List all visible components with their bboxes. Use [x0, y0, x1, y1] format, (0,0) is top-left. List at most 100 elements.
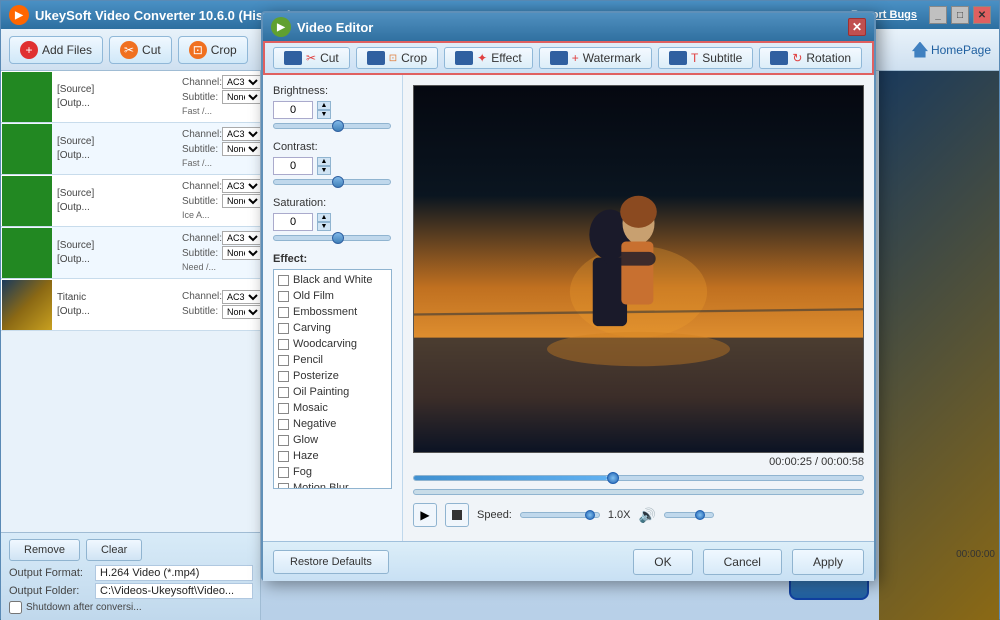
- saturation-input[interactable]: [273, 213, 313, 231]
- effect-item-fog[interactable]: Fog: [276, 464, 389, 480]
- tab-rotation[interactable]: ↻ Rotation: [759, 47, 862, 69]
- shutdown-label: Shutdown after conversi...: [26, 602, 142, 613]
- cut-button[interactable]: ✂ Cut: [109, 36, 172, 64]
- effect-checkbox[interactable]: [278, 275, 289, 286]
- tab-crop[interactable]: ⊡ Crop: [356, 47, 438, 69]
- channel-select[interactable]: AC3: [222, 231, 261, 245]
- cut-icon: ✂: [306, 51, 316, 65]
- effect-checkbox[interactable]: [278, 387, 289, 398]
- speed-thumb[interactable]: [585, 510, 595, 520]
- effect-checkbox[interactable]: [278, 339, 289, 350]
- effect-item-motion-blur[interactable]: Motion Blur: [276, 480, 389, 489]
- effect-checkbox[interactable]: [278, 419, 289, 430]
- channel-select[interactable]: AC3: [222, 75, 261, 89]
- add-files-button[interactable]: + Add Files: [9, 36, 103, 64]
- tab-cut[interactable]: ✂ Cut: [273, 47, 350, 69]
- list-item[interactable]: Titanic [Outp... Channel: AC3 Subtitle: …: [1, 279, 260, 331]
- effect-item-posterize[interactable]: Posterize: [276, 368, 389, 384]
- spin-down[interactable]: ▼: [317, 166, 331, 175]
- effect-item-pencil[interactable]: Pencil: [276, 352, 389, 368]
- tab-effect[interactable]: ✦ Effect: [444, 47, 533, 69]
- effect-item-black-white[interactable]: Black and White: [276, 272, 389, 288]
- effect-item-glow[interactable]: Glow: [276, 432, 389, 448]
- tab-subtitle[interactable]: T Subtitle: [658, 47, 753, 69]
- brightness-spinner[interactable]: ▲ ▼: [317, 101, 331, 119]
- spin-up[interactable]: ▲: [317, 157, 331, 166]
- list-item[interactable]: [Source] [Outp... Channel: AC3 Subtitle:…: [1, 227, 260, 279]
- list-item[interactable]: [Source] [Outp... Channel: AC3 Subtitle:…: [1, 123, 260, 175]
- contrast-input[interactable]: [273, 157, 313, 175]
- play-button[interactable]: ▶: [413, 503, 437, 527]
- contrast-slider-track[interactable]: [273, 179, 391, 185]
- brightness-input[interactable]: [273, 101, 313, 119]
- subtitle-select[interactable]: None: [222, 142, 261, 156]
- list-item[interactable]: [Source] [Outp... Channel: AC3 Subtitle:…: [1, 175, 260, 227]
- apply-button[interactable]: Apply: [792, 549, 864, 575]
- effect-checkbox[interactable]: [278, 483, 289, 490]
- effect-checkbox[interactable]: [278, 355, 289, 366]
- effect-item-woodcarving[interactable]: Woodcarving: [276, 336, 389, 352]
- volume-thumb[interactable]: [695, 510, 705, 520]
- stop-button[interactable]: [445, 503, 469, 527]
- spin-down[interactable]: ▼: [317, 222, 331, 231]
- ok-button[interactable]: OK: [633, 549, 692, 575]
- effect-item-old-film[interactable]: Old Film: [276, 288, 389, 304]
- subtitle-select[interactable]: None: [222, 305, 261, 319]
- effect-checkbox[interactable]: [278, 403, 289, 414]
- output-folder-value[interactable]: C:\Videos-Ukeysoft\Video...: [95, 583, 253, 599]
- output-format-value[interactable]: H.264 Video (*.mp4): [95, 565, 253, 581]
- effect-checkbox[interactable]: [278, 307, 289, 318]
- effect-item-oil-painting[interactable]: Oil Painting: [276, 384, 389, 400]
- effect-item-haze[interactable]: Haze: [276, 448, 389, 464]
- contrast-slider-thumb[interactable]: [332, 176, 344, 188]
- subtitle-select[interactable]: None: [222, 194, 261, 208]
- subtitle-select[interactable]: None: [222, 90, 261, 104]
- remove-button[interactable]: Remove: [9, 539, 80, 561]
- effect-checkbox[interactable]: [278, 451, 289, 462]
- spin-down[interactable]: ▼: [317, 110, 331, 119]
- effect-item-carving[interactable]: Carving: [276, 320, 389, 336]
- brightness-slider-track[interactable]: [273, 123, 391, 129]
- speed-slider[interactable]: [520, 512, 600, 518]
- dialog-close-button[interactable]: ✕: [848, 18, 866, 36]
- progress-bar-area[interactable]: [413, 475, 864, 481]
- crop-button[interactable]: ⊡ Crop: [178, 36, 248, 64]
- spin-up[interactable]: ▲: [317, 101, 331, 110]
- channel-select[interactable]: AC3: [222, 127, 261, 141]
- contrast-spinner[interactable]: ▲ ▼: [317, 157, 331, 175]
- effect-checkbox[interactable]: [278, 435, 289, 446]
- effect-checkbox[interactable]: [278, 291, 289, 302]
- trim-track[interactable]: [413, 489, 864, 495]
- brightness-slider-thumb[interactable]: [332, 120, 344, 132]
- volume-slider[interactable]: [664, 512, 714, 518]
- homepage-link[interactable]: HomePage: [912, 42, 991, 58]
- spin-up[interactable]: ▲: [317, 213, 331, 222]
- effect-checkbox[interactable]: [278, 323, 289, 334]
- effect-checkbox[interactable]: [278, 467, 289, 478]
- restore-defaults-button[interactable]: Restore Defaults: [273, 550, 389, 574]
- shutdown-checkbox[interactable]: [9, 601, 22, 614]
- effect-item-negative[interactable]: Negative: [276, 416, 389, 432]
- effect-list[interactable]: Black and White Old Film Embossment Carv…: [273, 269, 392, 489]
- saturation-slider-track[interactable]: [273, 235, 391, 241]
- effect-item-embossment[interactable]: Embossment: [276, 304, 389, 320]
- cancel-button[interactable]: Cancel: [703, 549, 782, 575]
- tab-watermark[interactable]: + Watermark: [539, 47, 652, 69]
- restore-button[interactable]: □: [951, 6, 969, 24]
- minimize-button[interactable]: _: [929, 6, 947, 24]
- close-button[interactable]: ✕: [973, 6, 991, 24]
- channel-select[interactable]: AC3: [222, 290, 261, 304]
- trim-bar-area[interactable]: [413, 489, 864, 495]
- saturation-slider-thumb[interactable]: [332, 232, 344, 244]
- effect-checkbox[interactable]: [278, 371, 289, 382]
- subtitle-select[interactable]: None: [222, 246, 261, 260]
- channel-select[interactable]: AC3: [222, 179, 261, 193]
- list-item[interactable]: [Source] [Outp... Channel: AC3 Subtitle:…: [1, 71, 260, 123]
- saturation-spinner[interactable]: ▲ ▼: [317, 213, 331, 231]
- clear-button[interactable]: Clear: [86, 539, 142, 561]
- progress-thumb[interactable]: [607, 472, 619, 484]
- progress-track[interactable]: [413, 475, 864, 481]
- video-preview-panel: 00:00:25 / 00:00:58: [403, 75, 874, 541]
- effect-item-mosaic[interactable]: Mosaic: [276, 400, 389, 416]
- effect-controls-panel: Brightness: ▲ ▼ Contrast:: [263, 75, 403, 541]
